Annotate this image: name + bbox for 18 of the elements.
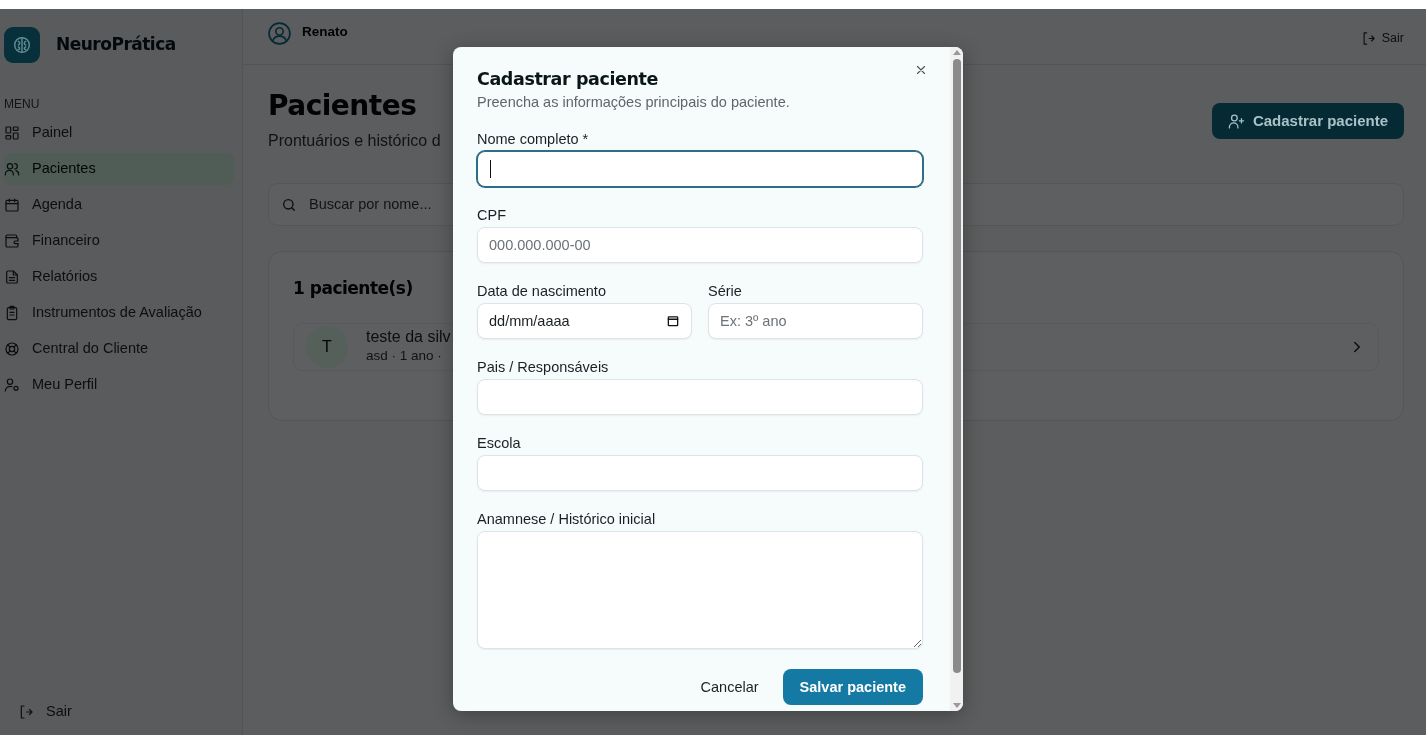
section-heading: MENU: [4, 96, 41, 113]
field-label: Anamnese / Histórico inicial: [477, 511, 657, 529]
field-label: CPF: [477, 207, 507, 225]
patient-name: teste da silv: [366, 328, 451, 346]
patient-details: asd · 1 ano ·: [366, 346, 442, 365]
patient-avatar: T: [306, 326, 348, 369]
page-title: Pacientes: [268, 89, 418, 123]
field-label: Nome completo *: [477, 131, 590, 149]
dialog-title: Cadastrar paciente: [477, 69, 659, 90]
page-subtitle: Prontuários e histórico d: [268, 130, 441, 151]
user-name: Renato: [302, 23, 348, 41]
brand-name: NeuroPrática: [56, 33, 176, 57]
field-label: Série: [708, 283, 743, 301]
dialog-subtitle: Preencha as informações principais do paciente.: [477, 94, 791, 112]
field-label: Pais / Responsáveis: [477, 359, 610, 377]
field-label: Escola: [477, 435, 522, 453]
patient-count: 1 paciente(s): [293, 276, 413, 300]
field-label: Data de nascimento: [477, 283, 607, 301]
